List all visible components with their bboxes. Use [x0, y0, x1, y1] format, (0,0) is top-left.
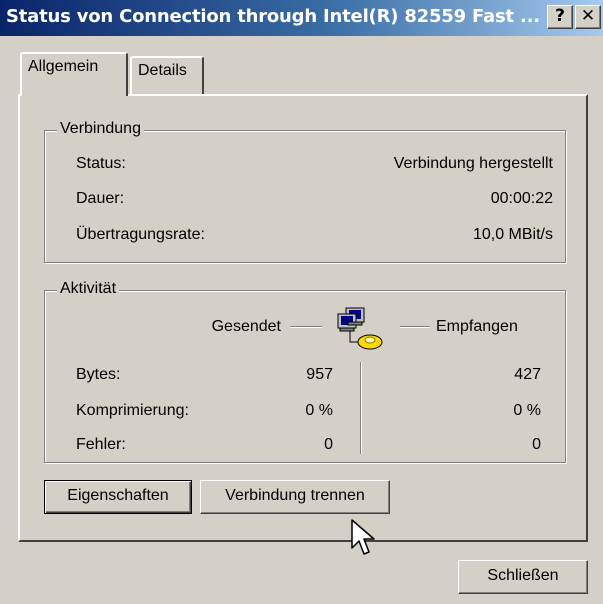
- tab-details[interactable]: Details: [130, 56, 204, 94]
- received-connector-line: [400, 326, 430, 328]
- bytes-sent: 957: [306, 366, 333, 383]
- status-value: Verbindung hergestellt: [393, 155, 553, 172]
- title-bar[interactable]: Status von Connection through Intel(R) 8…: [0, 0, 603, 36]
- compression-sent: 0 %: [305, 402, 333, 419]
- properties-button[interactable]: Eigenschaften: [44, 480, 192, 514]
- sent-label: Gesendet: [211, 318, 281, 335]
- errors-sent: 0: [324, 436, 333, 453]
- status-label: Status:: [76, 155, 126, 172]
- tab-allgemein-label: Allgemein: [28, 58, 99, 75]
- duration-label: Dauer:: [76, 190, 125, 207]
- bytes-received: 427: [514, 366, 541, 383]
- status-dialog: Status von Connection through Intel(R) 8…: [0, 0, 603, 604]
- activity-divider: [360, 362, 362, 454]
- connection-legend: Verbindung: [57, 120, 144, 138]
- tab-allgemein[interactable]: Allgemein: [20, 52, 128, 96]
- close-window-button[interactable]: ✕: [575, 5, 601, 29]
- help-button[interactable]: ?: [547, 5, 573, 29]
- tab-details-label: Details: [138, 62, 187, 79]
- mouse-cursor-icon: [350, 518, 378, 558]
- speed-value: 10,0 MBit/s: [472, 226, 553, 243]
- received-label: Empfangen: [436, 318, 518, 335]
- window-title: Status von Connection through Intel(R) 8…: [6, 6, 540, 27]
- compression-label: Komprimierung:: [76, 402, 189, 419]
- bytes-label: Bytes:: [76, 366, 121, 383]
- compression-received: 0 %: [513, 402, 541, 419]
- duration-value: 00:00:22: [490, 190, 553, 207]
- errors-received: 0: [532, 436, 541, 453]
- disconnect-button[interactable]: Verbindung trennen: [200, 480, 390, 514]
- network-computers-icon: [330, 298, 398, 356]
- errors-label: Fehler:: [76, 436, 126, 453]
- sent-connector-line: [290, 326, 322, 328]
- activity-legend: Aktivität: [57, 280, 120, 298]
- close-button[interactable]: Schließen: [458, 560, 588, 594]
- speed-label: Übertragungsrate:: [76, 226, 205, 243]
